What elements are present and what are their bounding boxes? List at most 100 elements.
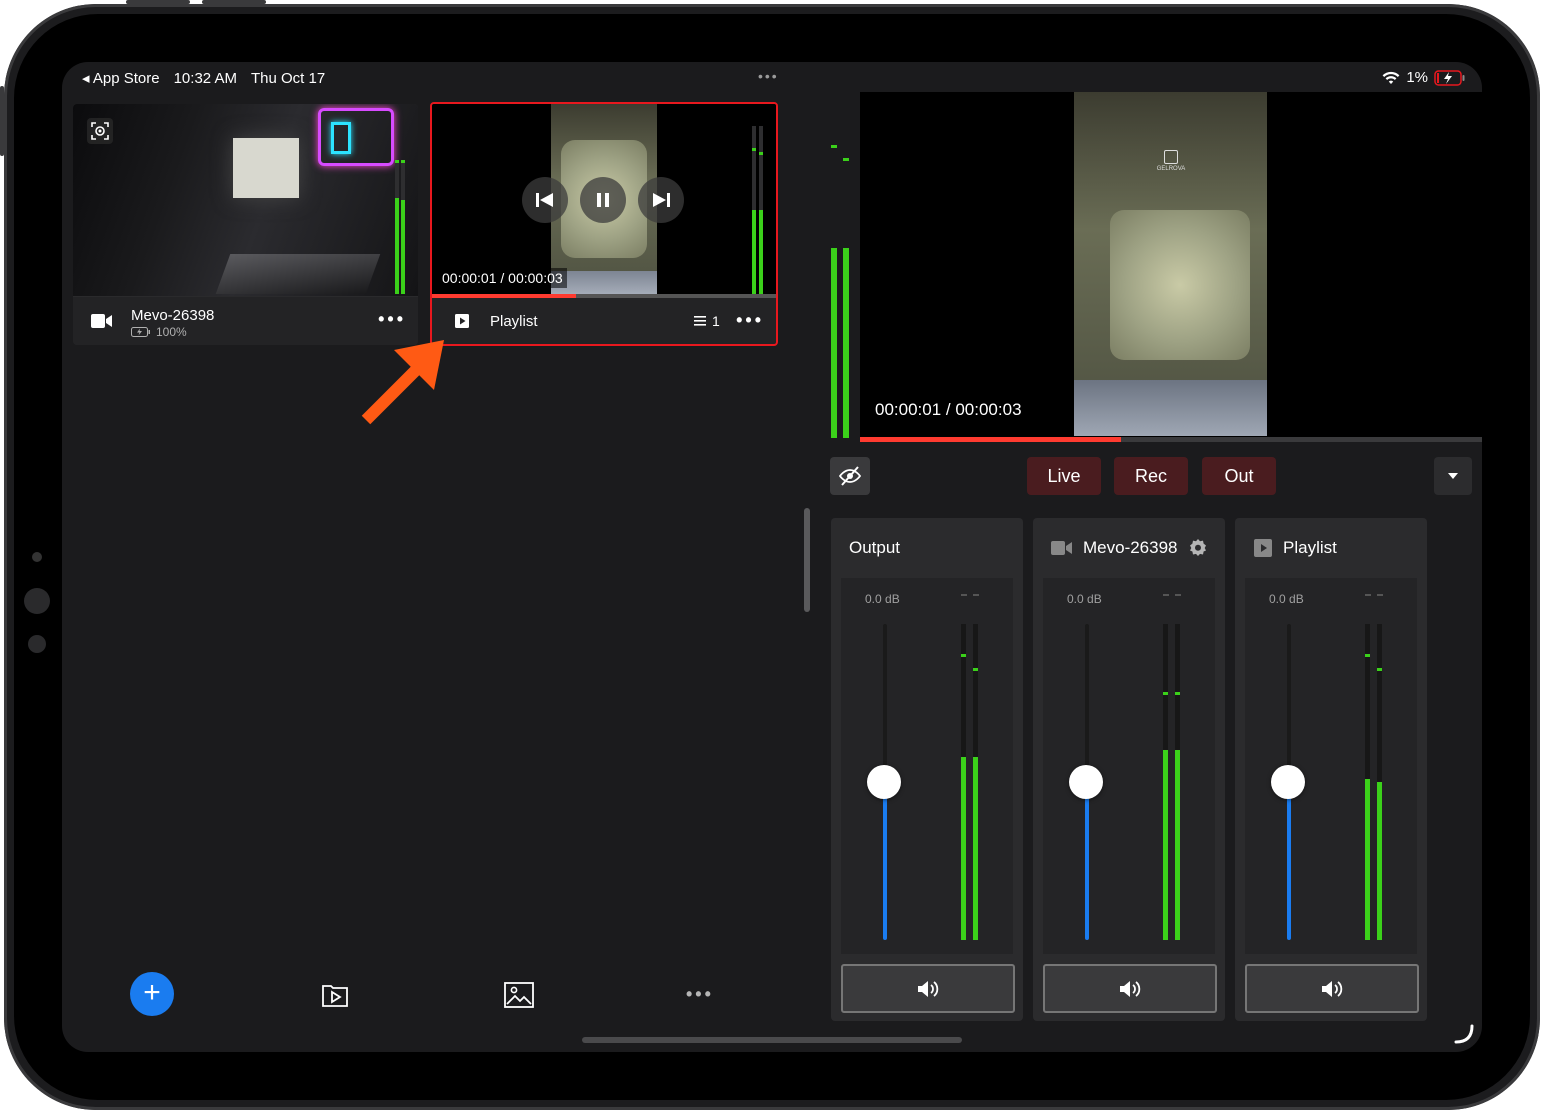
top-button-right — [202, 0, 266, 4]
channel-strip: 0.0 dB — [841, 578, 1013, 954]
channel-meter-left — [1163, 624, 1168, 940]
media-library-button[interactable] — [318, 978, 352, 1012]
channel-title: Output — [849, 538, 901, 557]
playlist-progress-bar[interactable] — [432, 294, 776, 298]
preview-neon-accent — [331, 122, 351, 154]
hide-preview-button[interactable] — [830, 457, 870, 495]
expand-dropdown-button[interactable] — [1434, 457, 1472, 495]
speaker-logo: GELROVA — [1154, 150, 1188, 174]
source-audio-meter-right — [401, 160, 405, 294]
preview-desk — [215, 254, 381, 294]
mixer-channel-output: Output 0.0 dB — [831, 518, 1023, 1021]
mute-button[interactable] — [841, 964, 1015, 1013]
sensor-dot-large — [24, 588, 50, 614]
skip-forward-icon — [653, 193, 670, 207]
preview-window-light — [233, 138, 299, 198]
status-bar: ◂ App Store 10:32 AM Thu Oct 17 ••• 1% — [62, 62, 1482, 92]
top-button-left — [126, 0, 190, 4]
program-progress-bar[interactable] — [860, 437, 1482, 442]
mute-button[interactable] — [1043, 964, 1217, 1013]
pause-button[interactable] — [580, 177, 626, 223]
channel-meter-right — [1175, 624, 1180, 940]
sensor-dot-small — [28, 635, 46, 653]
source-more-button[interactable]: ••• — [378, 309, 406, 330]
channel-title: Playlist — [1283, 538, 1337, 557]
home-indicator[interactable] — [582, 1037, 962, 1043]
channel-title: Mevo-26398 — [1083, 538, 1178, 557]
channel-strip: 0.0 dB — [1043, 578, 1215, 954]
multitask-dots[interactable]: ••• — [758, 68, 779, 84]
playlist-icon — [455, 314, 469, 328]
gear-icon[interactable] — [1188, 538, 1208, 558]
playlist-more-button[interactable]: ••• — [736, 310, 764, 331]
split-view-handle[interactable] — [804, 508, 810, 612]
mute-button[interactable] — [1245, 964, 1419, 1013]
program-meter-left — [831, 248, 837, 438]
add-icon: + — [143, 975, 161, 1009]
status-date: Thu Oct 17 — [250, 69, 326, 87]
mixer-channel-mevo: Mevo-26398 0.0 dB — [1033, 518, 1225, 1021]
program-meter-peak-right — [843, 158, 849, 161]
channel-meter-right — [1377, 624, 1382, 940]
speaker-volume-icon — [1120, 980, 1141, 997]
play-folder-icon — [322, 985, 348, 1007]
queue-count[interactable]: 1 — [694, 313, 720, 329]
program-monitor: GELROVA 00:00:01 / 00:00:03 — [860, 92, 1482, 442]
side-button — [0, 86, 4, 156]
fader-knob[interactable] — [1069, 765, 1103, 799]
live-button[interactable]: Live — [1027, 457, 1101, 495]
playlist-name: Playlist — [490, 313, 538, 330]
program-speaker: GELROVA — [1074, 92, 1267, 436]
app-screen: ◂ App Store 10:32 AM Thu Oct 17 ••• 1% M… — [62, 62, 1482, 1052]
mixer-channel-playlist: Playlist 0.0 dB — [1235, 518, 1427, 1021]
list-icon — [694, 316, 706, 326]
playlist-icon — [1254, 539, 1272, 557]
channel-meter-right — [973, 624, 978, 940]
image-icon — [504, 982, 534, 1008]
out-button[interactable]: Out — [1202, 457, 1276, 495]
program-meter-peak-left — [831, 145, 837, 148]
playlist-audio-meter-left — [752, 126, 756, 294]
next-button[interactable] — [638, 177, 684, 223]
battery-charging-icon — [1434, 69, 1465, 86]
fader-knob[interactable] — [1271, 765, 1305, 799]
channel-db: 0.0 dB — [1269, 592, 1304, 606]
speaker-volume-icon — [918, 980, 939, 997]
previous-button[interactable] — [522, 177, 568, 223]
program-timecode: 00:00:01 / 00:00:03 — [868, 397, 1029, 423]
pause-icon — [597, 193, 609, 207]
source-battery-label: 100% — [156, 325, 187, 339]
image-library-button[interactable] — [502, 978, 536, 1012]
back-to-app-link[interactable]: ◂ App Store — [82, 69, 160, 87]
playlist-preview: 00:00:01 / 00:00:03 — [432, 104, 776, 297]
wifi-icon — [1382, 71, 1400, 84]
fader-knob[interactable] — [867, 765, 901, 799]
rec-button[interactable]: Rec — [1114, 457, 1188, 495]
channel-meter-left — [961, 624, 966, 940]
status-time: 10:32 AM — [173, 69, 237, 87]
back-app-label: App Store — [92, 70, 160, 87]
source-tile-playlist[interactable]: 00:00:01 / 00:00:03 Playlist 1 ••• — [430, 102, 778, 346]
chevron-down-icon — [1448, 473, 1458, 479]
preview-neon-sign — [318, 108, 394, 166]
focus-icon[interactable] — [87, 118, 113, 144]
source-tile-mevo[interactable]: Mevo-26398 100% ••• — [73, 104, 418, 345]
queue-count-label: 1 — [712, 313, 720, 329]
playlist-timecode: 00:00:01 / 00:00:03 — [438, 268, 567, 288]
speaker-volume-icon — [1322, 980, 1343, 997]
source-audio-meter-left — [395, 160, 399, 294]
video-camera-icon — [91, 314, 112, 328]
channel-db: 0.0 dB — [1067, 592, 1102, 606]
add-source-button[interactable]: + — [130, 972, 174, 1016]
skip-back-icon — [536, 193, 553, 207]
bottom-more-button[interactable]: ••• — [686, 984, 714, 1005]
front-camera — [32, 552, 42, 562]
video-camera-icon — [1051, 541, 1072, 555]
source-battery: 100% — [131, 325, 187, 339]
battery-charging-icon — [131, 327, 150, 337]
playlist-audio-meter-right — [759, 126, 763, 294]
eye-slash-icon — [839, 466, 861, 486]
annotation-arrow-icon — [361, 340, 444, 425]
battery-percent: 1% — [1406, 69, 1428, 86]
program-meter-right — [843, 248, 849, 438]
